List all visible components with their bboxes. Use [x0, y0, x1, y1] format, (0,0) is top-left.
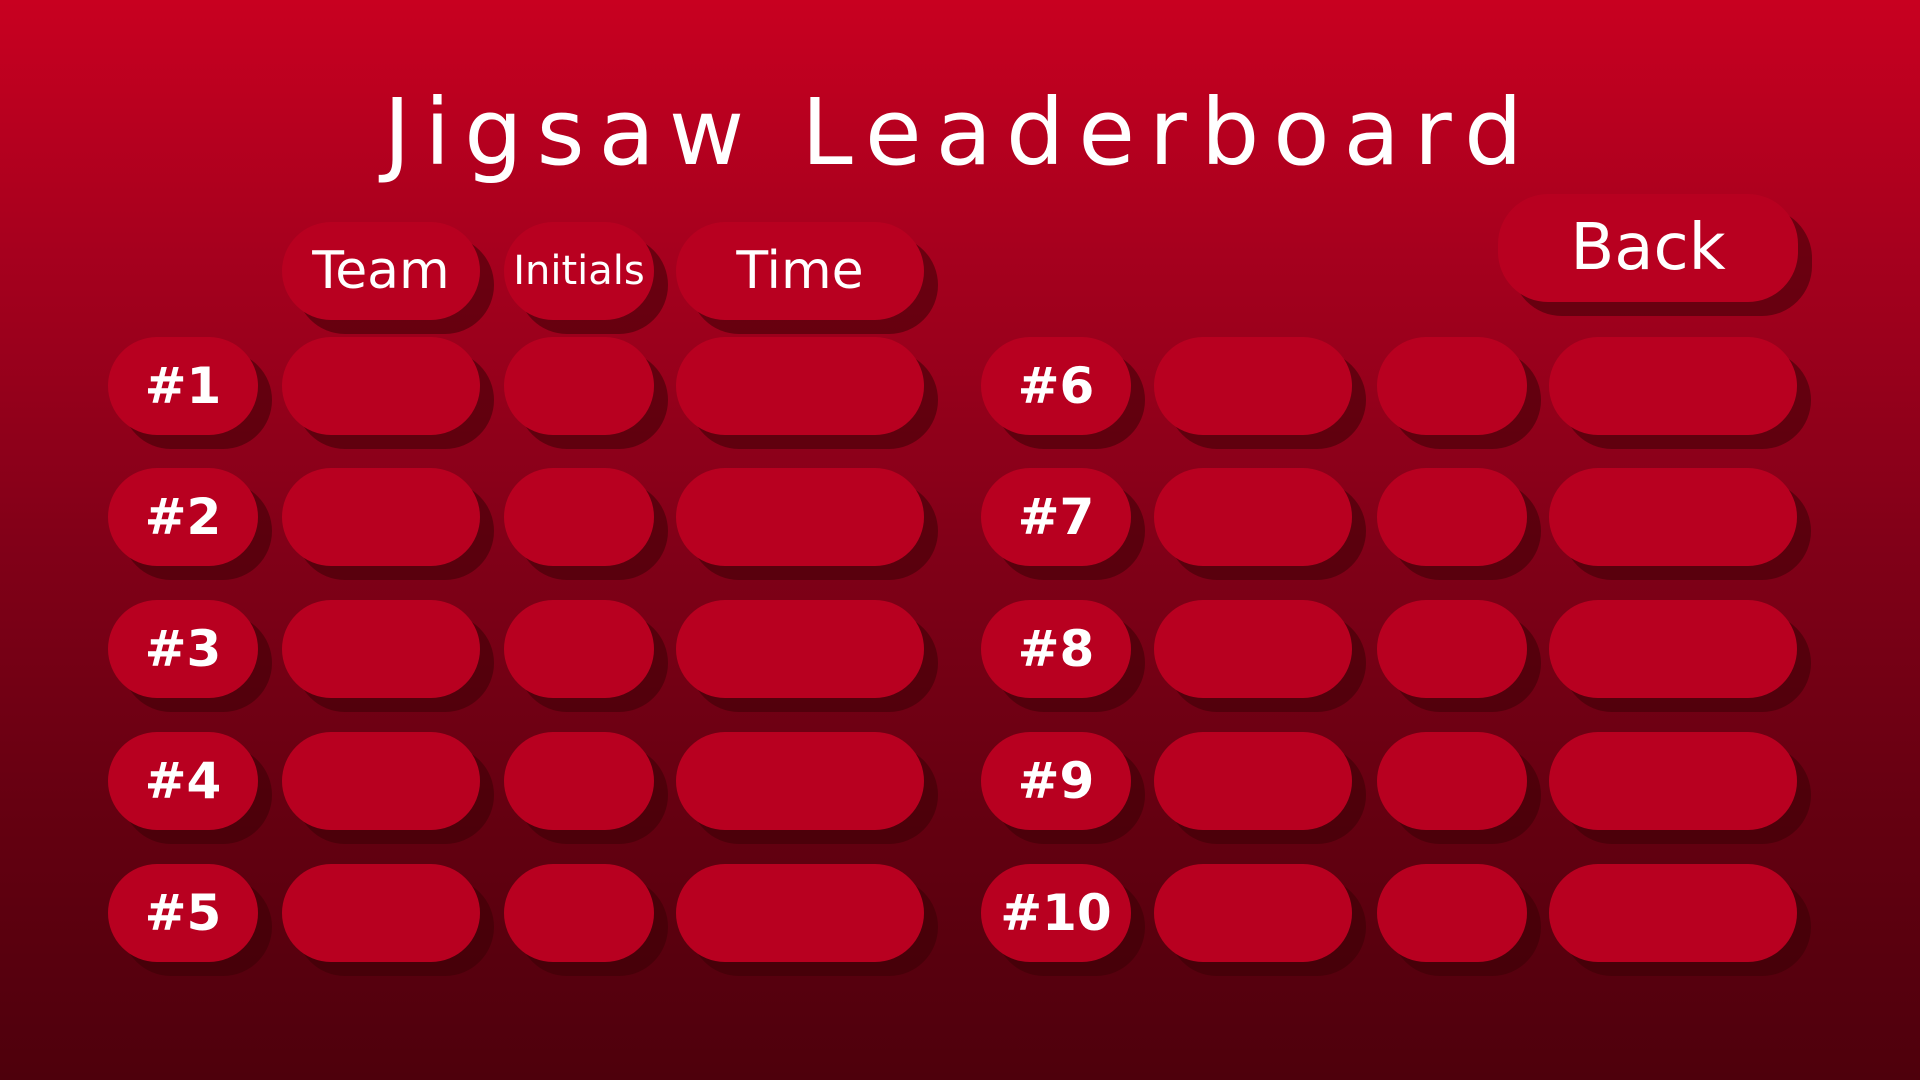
time-cell [1549, 468, 1797, 566]
time-cell [676, 337, 924, 435]
initials-cell [504, 864, 654, 962]
time-cell [1549, 732, 1797, 830]
rank-badge: #4 [108, 732, 258, 830]
time-cell [676, 864, 924, 962]
header-initials: Initials [504, 222, 654, 320]
team-cell [1154, 600, 1352, 698]
rank-badge: #2 [108, 468, 258, 566]
time-cell [676, 468, 924, 566]
initials-cell [504, 600, 654, 698]
team-cell [1154, 732, 1352, 830]
rank-badge: #7 [981, 468, 1131, 566]
team-cell [282, 337, 480, 435]
initials-cell [1377, 732, 1527, 830]
rank-badge: #10 [981, 864, 1131, 962]
time-cell [1549, 337, 1797, 435]
team-cell [1154, 864, 1352, 962]
initials-cell [504, 337, 654, 435]
header-time: Time [676, 222, 924, 320]
initials-cell [1377, 864, 1527, 962]
time-cell [1549, 600, 1797, 698]
initials-cell [1377, 337, 1527, 435]
rank-badge: #5 [108, 864, 258, 962]
initials-cell [1377, 468, 1527, 566]
rank-badge: #9 [981, 732, 1131, 830]
rank-badge: #6 [981, 337, 1131, 435]
time-cell [676, 732, 924, 830]
team-cell [282, 468, 480, 566]
initials-cell [1377, 600, 1527, 698]
page-title: Jigsaw Leaderboard [383, 79, 1537, 186]
time-cell [676, 600, 924, 698]
header-team: Team [282, 222, 480, 320]
rank-badge: #8 [981, 600, 1131, 698]
team-cell [1154, 468, 1352, 566]
initials-cell [504, 732, 654, 830]
rank-badge: #1 [108, 337, 258, 435]
team-cell [282, 600, 480, 698]
back-button[interactable]: Back [1498, 194, 1798, 302]
team-cell [1154, 337, 1352, 435]
team-cell [282, 732, 480, 830]
rank-badge: #3 [108, 600, 258, 698]
time-cell [1549, 864, 1797, 962]
team-cell [282, 864, 480, 962]
initials-cell [504, 468, 654, 566]
